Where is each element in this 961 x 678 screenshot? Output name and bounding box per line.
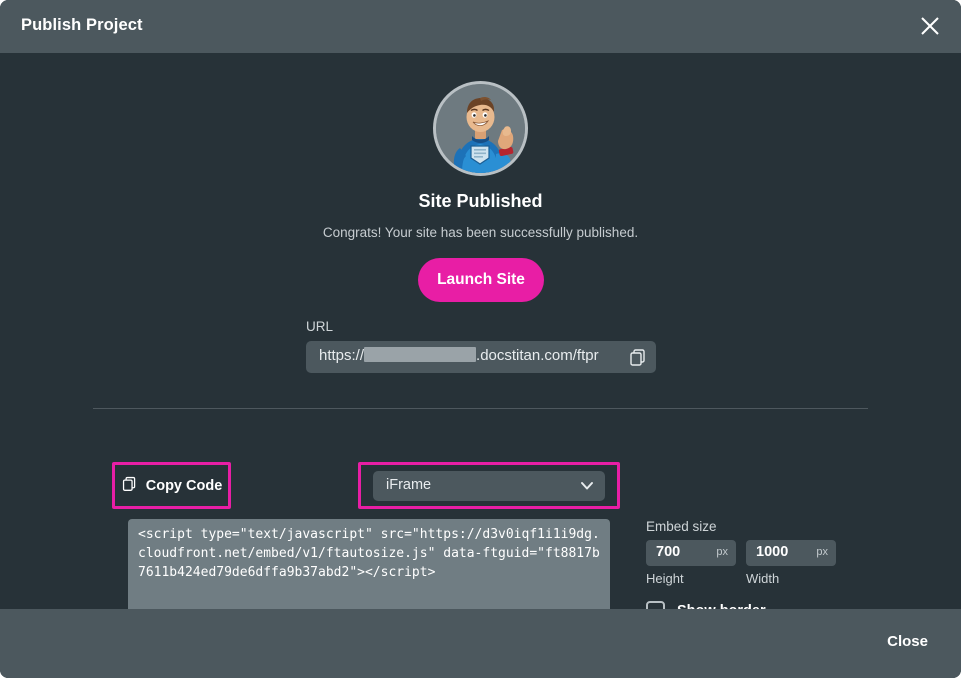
chevron-down-icon [579,479,595,493]
dialog-body: Site Published Congrats! Your site has b… [0,53,961,609]
embed-code-block[interactable]: <script type="text/javascript" src="http… [128,519,610,620]
url-value: https:// .docstitan.com/ftpr [319,347,599,364]
copy-icon [121,475,138,496]
dialog-footer: Close [0,609,961,678]
embed-width-value: 1000 [756,544,788,560]
url-field[interactable]: https:// .docstitan.com/ftpr [306,341,656,373]
url-prefix: https:// [319,347,364,364]
url-label: URL [306,319,333,334]
embed-size-label: Embed size [646,519,717,534]
copy-code-button[interactable]: Copy Code [112,462,231,509]
embed-type-value: iFrame [386,477,431,493]
page-title: Publish Project [21,16,143,35]
status-title: Site Published [0,191,961,212]
url-redacted-segment [364,347,476,362]
url-suffix: .docstitan.com/ftpr [476,347,599,364]
close-icon[interactable] [915,11,945,41]
close-button[interactable]: Close [879,629,936,654]
embed-height-unit: px [716,546,728,558]
publish-project-dialog: Publish Project [0,0,961,678]
copy-code-label: Copy Code [146,478,223,494]
embed-width-unit: px [816,546,828,558]
embed-height-value: 700 [656,544,680,560]
copy-icon[interactable] [628,347,648,367]
embed-width-caption: Width [746,571,779,586]
embed-height-caption: Height [646,571,684,586]
embed-type-select[interactable]: iFrame [373,471,605,501]
launch-site-button[interactable]: Launch Site [418,258,544,302]
embed-width-field[interactable]: 1000 px [746,540,836,566]
superhero-thumbs-up-avatar [433,81,528,176]
dialog-header: Publish Project [0,0,961,53]
section-divider [93,408,868,409]
embed-code-text: <script type="text/javascript" src="http… [138,525,600,582]
embed-height-field[interactable]: 700 px [646,540,736,566]
status-subtitle: Congrats! Your site has been successfull… [0,225,961,240]
